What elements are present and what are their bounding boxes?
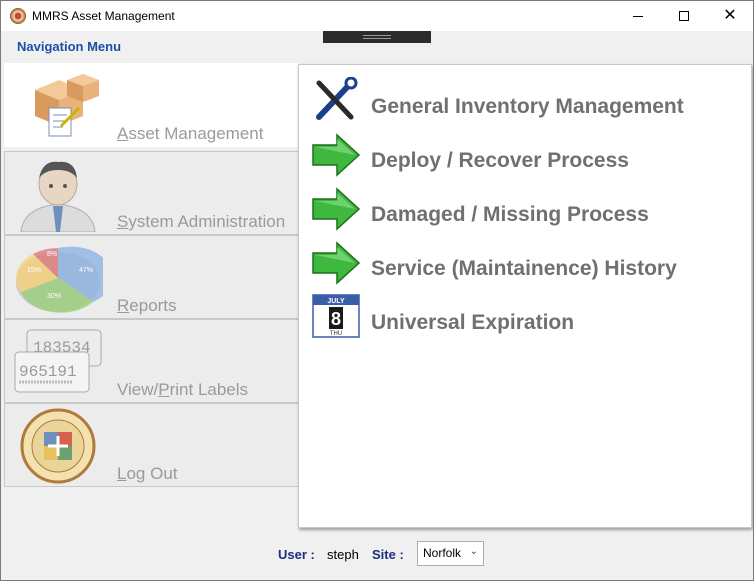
tools-icon xyxy=(316,77,358,120)
label-start: View/ xyxy=(117,380,159,399)
green-arrow-icon xyxy=(312,241,361,285)
pie-chart-icon: 47% 30% 15% 8% xyxy=(16,246,103,313)
asset-management-task-panel: General Inventory Management Deploy / Re… xyxy=(298,64,752,528)
nav-item-system-administration[interactable]: System Administration xyxy=(4,151,299,235)
label-rest: og Out xyxy=(126,464,178,483)
task-label: Damaged / Missing Process xyxy=(371,203,649,226)
panel-splitter-handle[interactable] xyxy=(323,31,431,43)
navigation-menu-heading: Navigation Menu xyxy=(17,39,122,54)
label-rest: rint Labels xyxy=(169,380,249,399)
nav-item-label: System Administration xyxy=(117,212,285,232)
mnemonic-letter: R xyxy=(117,296,130,315)
mmrs-seal-icon xyxy=(20,408,96,484)
site-select-value: Norfolk xyxy=(423,546,462,560)
task-label: General Inventory Management xyxy=(371,95,684,118)
task-deploy-recover-process[interactable]: Deploy / Recover Process xyxy=(311,127,741,177)
label-code: 965191 xyxy=(19,363,77,381)
close-button[interactable]: ✕ xyxy=(707,1,753,31)
task-label: Universal Expiration xyxy=(371,311,575,334)
label-rest: ystem Administration xyxy=(128,212,286,231)
slice-label: 8% xyxy=(47,251,57,258)
label-rest: eports xyxy=(129,296,177,315)
nav-item-label: Reports xyxy=(117,296,177,316)
calendar-month: JULY xyxy=(327,298,345,305)
barcode-labels-icon: 183534 965191 xyxy=(14,329,102,393)
mnemonic-letter: S xyxy=(117,212,129,231)
slice-label: 15% xyxy=(27,267,41,274)
calendar-day: 8 xyxy=(331,309,341,329)
slice-label: 30% xyxy=(47,293,61,300)
grip-line xyxy=(363,38,391,39)
mnemonic-letter: A xyxy=(117,124,129,143)
label-rest: sset Management xyxy=(128,124,264,143)
task-label: Service (Maintainence) History xyxy=(371,257,677,280)
calendar-weekday: THU xyxy=(330,331,342,337)
app-logo-icon xyxy=(10,8,26,24)
maximize-button[interactable] xyxy=(661,1,707,31)
green-arrow-icon xyxy=(312,187,361,231)
navigation-menu: Asset Management System Administration 4… xyxy=(4,63,299,487)
app-window: MMRS Asset Management ✕ Navigation Menu xyxy=(0,0,754,581)
site-label: Site : xyxy=(372,547,404,562)
calendar-icon: JULY 8 THU xyxy=(312,294,360,338)
nav-item-view-print-labels[interactable]: 183534 965191 View/Print Labels xyxy=(4,319,299,403)
user-label: User : xyxy=(278,547,315,562)
admin-user-icon xyxy=(20,161,96,232)
nav-item-log-out[interactable]: Log Out xyxy=(4,403,299,487)
task-label: Deploy / Recover Process xyxy=(371,149,629,172)
minimize-button[interactable] xyxy=(615,1,661,31)
task-damaged-missing-process[interactable]: Damaged / Missing Process xyxy=(311,181,741,231)
nav-item-asset-management[interactable]: Asset Management xyxy=(4,63,299,147)
nav-item-label: Asset Management xyxy=(117,124,263,144)
nav-item-reports[interactable]: 47% 30% 15% 8% Reports xyxy=(4,235,299,319)
nav-item-label: View/Print Labels xyxy=(117,380,248,400)
grip-line xyxy=(363,35,391,36)
close-icon: ✕ xyxy=(723,7,737,24)
slice-label: 47% xyxy=(79,267,93,274)
window-title: MMRS Asset Management xyxy=(32,9,175,23)
task-general-inventory-management[interactable]: General Inventory Management xyxy=(311,73,741,123)
mnemonic-letter: P xyxy=(158,380,170,399)
chevron-down-icon: ⌄ xyxy=(469,546,478,557)
boxes-icon xyxy=(35,74,99,137)
green-arrow-icon xyxy=(312,133,361,177)
task-service-maintainence-history[interactable]: Service (Maintainence) History xyxy=(311,235,741,285)
nav-item-label: Log Out xyxy=(117,464,178,484)
task-universal-expiration[interactable]: JULY 8 THU Universal Expiration xyxy=(311,289,741,339)
site-select[interactable]: Norfolk ⌄ xyxy=(417,541,484,566)
title-bar: MMRS Asset Management ✕ xyxy=(1,1,753,31)
maximize-icon xyxy=(679,11,689,21)
status-bar: User : steph Site : Norfolk ⌄ xyxy=(1,541,753,569)
minimize-icon xyxy=(633,15,643,17)
user-value: steph xyxy=(327,547,359,562)
